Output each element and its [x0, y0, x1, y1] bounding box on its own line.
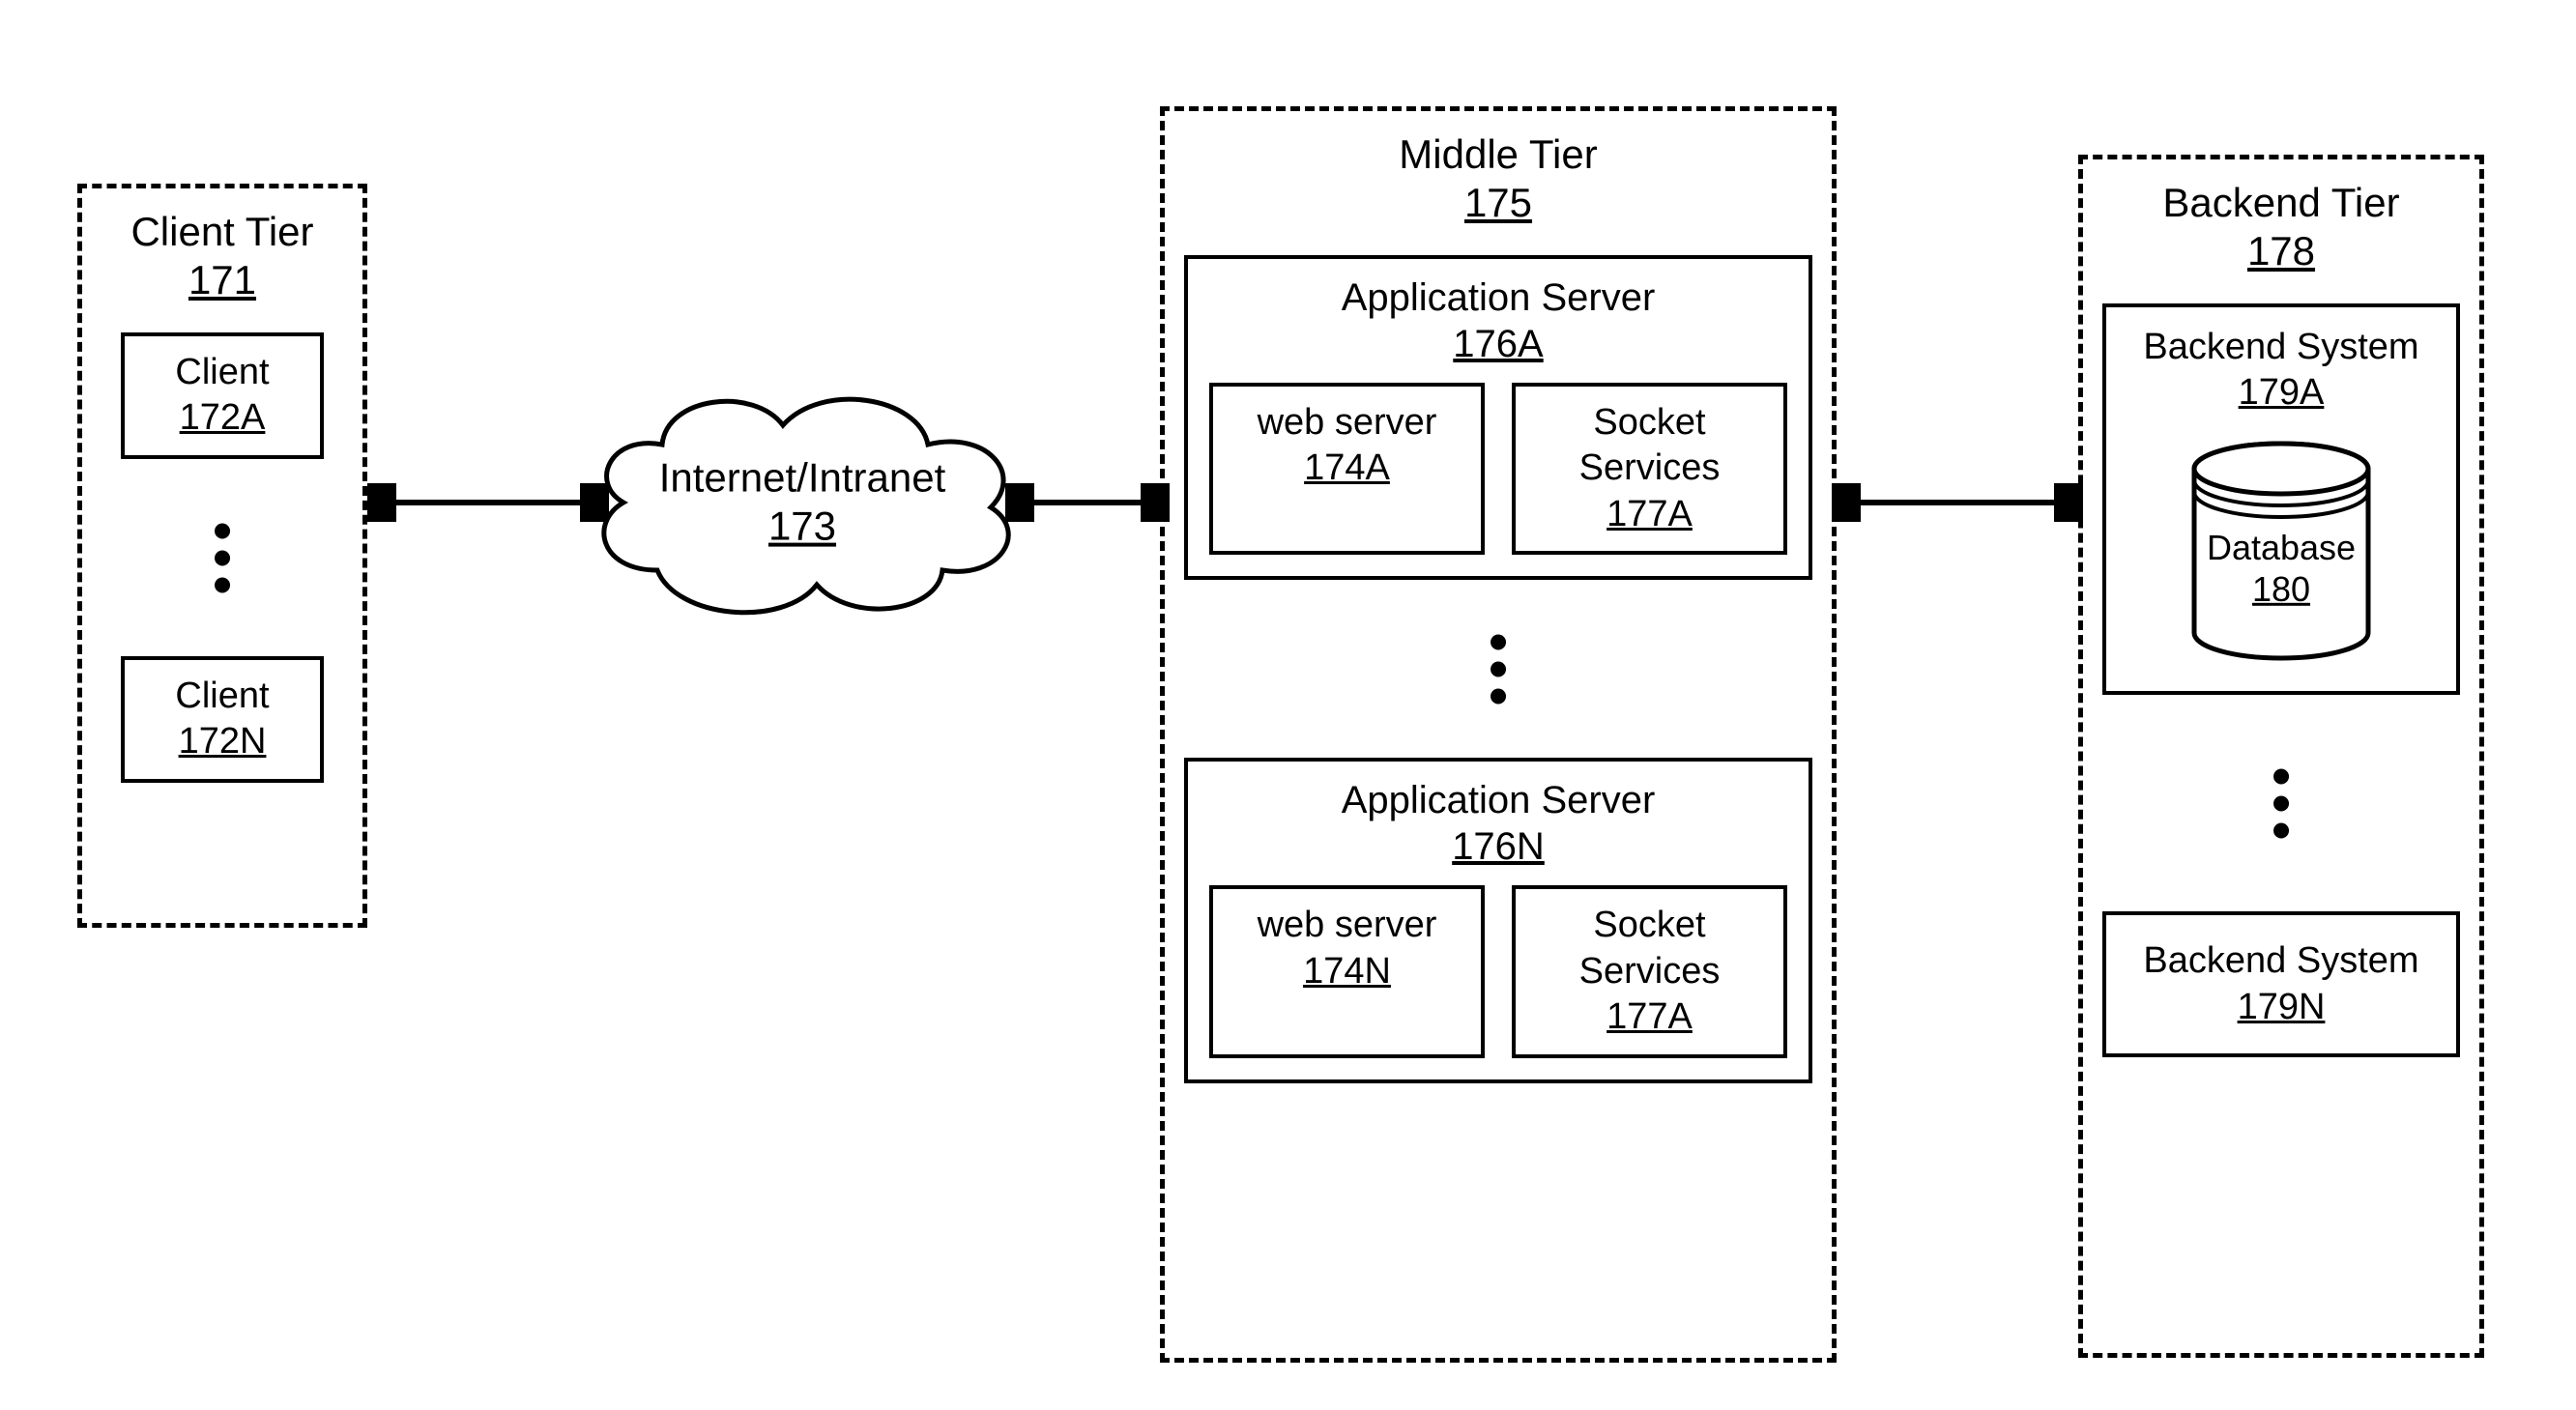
web-n-label: web server — [1258, 905, 1437, 945]
database-label: Database — [2207, 528, 2356, 567]
app-server-n: Application Server 176N web server 174N … — [1184, 758, 1812, 1083]
client-a-label: Client — [175, 352, 269, 392]
backend-vdots: ••• — [2102, 763, 2460, 844]
backend-tier: Backend Tier 178 Backend System 179A Dat… — [2078, 155, 2484, 1358]
database-cylinder: Database 180 — [2185, 440, 2378, 675]
client-tier-title: Client Tier 171 — [101, 208, 343, 305]
socket-n-ref: 177A — [1525, 994, 1774, 1041]
app-a-label: Application Server — [1342, 276, 1656, 319]
socket-a-ref: 177A — [1525, 492, 1774, 538]
backend-tier-label: Backend Tier — [2162, 180, 2399, 225]
backend-system-a: Backend System 179A Database 180 — [2102, 303, 2460, 696]
middle-tier-ref: 175 — [1184, 179, 1812, 227]
client-n-ref: 172N — [134, 719, 310, 765]
client-tier-label: Client Tier — [130, 209, 313, 254]
web-a-label: web server — [1258, 402, 1437, 443]
client-n-label: Client — [175, 676, 269, 716]
socket-services-a: Socket Services 177A — [1512, 383, 1787, 556]
database-label-wrap: Database 180 — [2207, 527, 2356, 610]
client-box-n: Client 172N — [121, 656, 324, 783]
socket-services-n: Socket Services 177A — [1512, 885, 1787, 1058]
backend-a-label: Backend System — [2143, 327, 2418, 367]
client-tier-ref: 171 — [101, 256, 343, 304]
client-box-a: Client 172A — [121, 332, 324, 459]
web-server-a: web server 174A — [1209, 383, 1485, 556]
cloud-label: Internet/Intranet — [659, 455, 946, 501]
cloud-ref: 173 — [659, 503, 946, 551]
socket-a-label: Socket Services — [1579, 402, 1721, 489]
middle-tier-label: Middle Tier — [1399, 131, 1597, 177]
database-ref: 180 — [2207, 568, 2356, 610]
backend-system-n: Backend System 179N — [2102, 911, 2460, 1057]
arrow-client-cloud — [367, 483, 609, 522]
cloud: Internet/Intranet 173 — [570, 367, 1034, 638]
app-server-a: Application Server 176A web server 174A … — [1184, 255, 1812, 581]
backend-a-ref: 179A — [2120, 370, 2443, 417]
arrow-cloud-middle — [1005, 483, 1170, 522]
web-server-n: web server 174N — [1209, 885, 1485, 1058]
client-vdots: ••• — [101, 517, 343, 598]
web-a-ref: 174A — [1223, 446, 1471, 492]
backend-n-ref: 179N — [2120, 985, 2443, 1031]
arrow-middle-backend — [1832, 483, 2083, 522]
app-a-ref: 176A — [1209, 321, 1787, 367]
app-a-title: Application Server 176A — [1209, 274, 1787, 367]
app-n-title: Application Server 176N — [1209, 777, 1787, 870]
socket-n-label: Socket Services — [1579, 905, 1721, 992]
middle-tier: Middle Tier 175 Application Server 176A … — [1160, 106, 1837, 1363]
middle-vdots: ••• — [1184, 628, 1812, 709]
client-tier: Client Tier 171 Client 172A ••• Client 1… — [77, 184, 367, 928]
app-n-row: web server 174N Socket Services 177A — [1209, 885, 1787, 1058]
backend-n-label: Backend System — [2143, 940, 2418, 981]
app-n-ref: 176N — [1209, 823, 1787, 870]
backend-tier-ref: 178 — [2102, 227, 2460, 275]
app-n-label: Application Server — [1342, 779, 1656, 821]
cloud-label-wrap: Internet/Intranet 173 — [659, 454, 946, 552]
client-a-ref: 172A — [134, 395, 310, 442]
app-a-row: web server 174A Socket Services 177A — [1209, 383, 1787, 556]
web-n-ref: 174N — [1223, 949, 1471, 995]
middle-tier-title: Middle Tier 175 — [1184, 130, 1812, 228]
backend-tier-title: Backend Tier 178 — [2102, 179, 2460, 276]
